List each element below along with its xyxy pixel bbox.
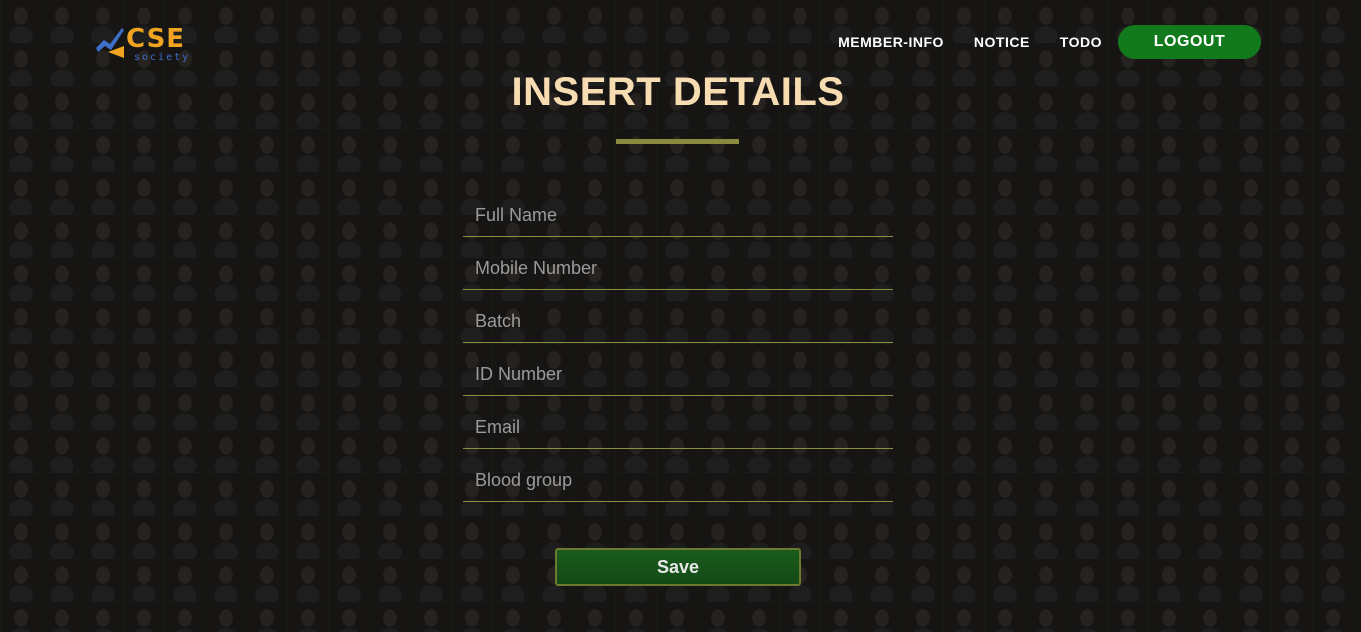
page-title: INSERT DETAILS <box>511 70 845 114</box>
nav-link-notice[interactable]: NOTICE <box>974 34 1030 50</box>
nav-link-todo[interactable]: TODO <box>1060 34 1102 50</box>
full-name-input[interactable] <box>463 190 893 236</box>
logo-subtext: society <box>134 52 191 63</box>
id-number-field <box>463 349 893 396</box>
logo-text: CSE <box>126 24 186 54</box>
blood-group-field <box>463 455 893 502</box>
email-input[interactable] <box>463 402 893 448</box>
full-name-field <box>463 190 893 237</box>
batch-input[interactable] <box>463 296 893 342</box>
blood-group-input[interactable] <box>463 455 893 501</box>
mobile-number-input[interactable] <box>463 243 893 289</box>
top-navigation: MEMBER-INFO NOTICE TODO LOGOUT <box>838 25 1261 59</box>
id-number-input[interactable] <box>463 349 893 395</box>
mobile-number-field <box>463 243 893 290</box>
save-button[interactable]: Save <box>555 548 801 586</box>
site-logo[interactable]: CSE society <box>94 24 204 66</box>
insert-details-form <box>463 190 893 508</box>
logout-button[interactable]: LOGOUT <box>1118 25 1261 59</box>
email-field <box>463 402 893 449</box>
nav-link-member-info[interactable]: MEMBER-INFO <box>838 34 944 50</box>
title-underline <box>616 139 739 144</box>
batch-field <box>463 296 893 343</box>
